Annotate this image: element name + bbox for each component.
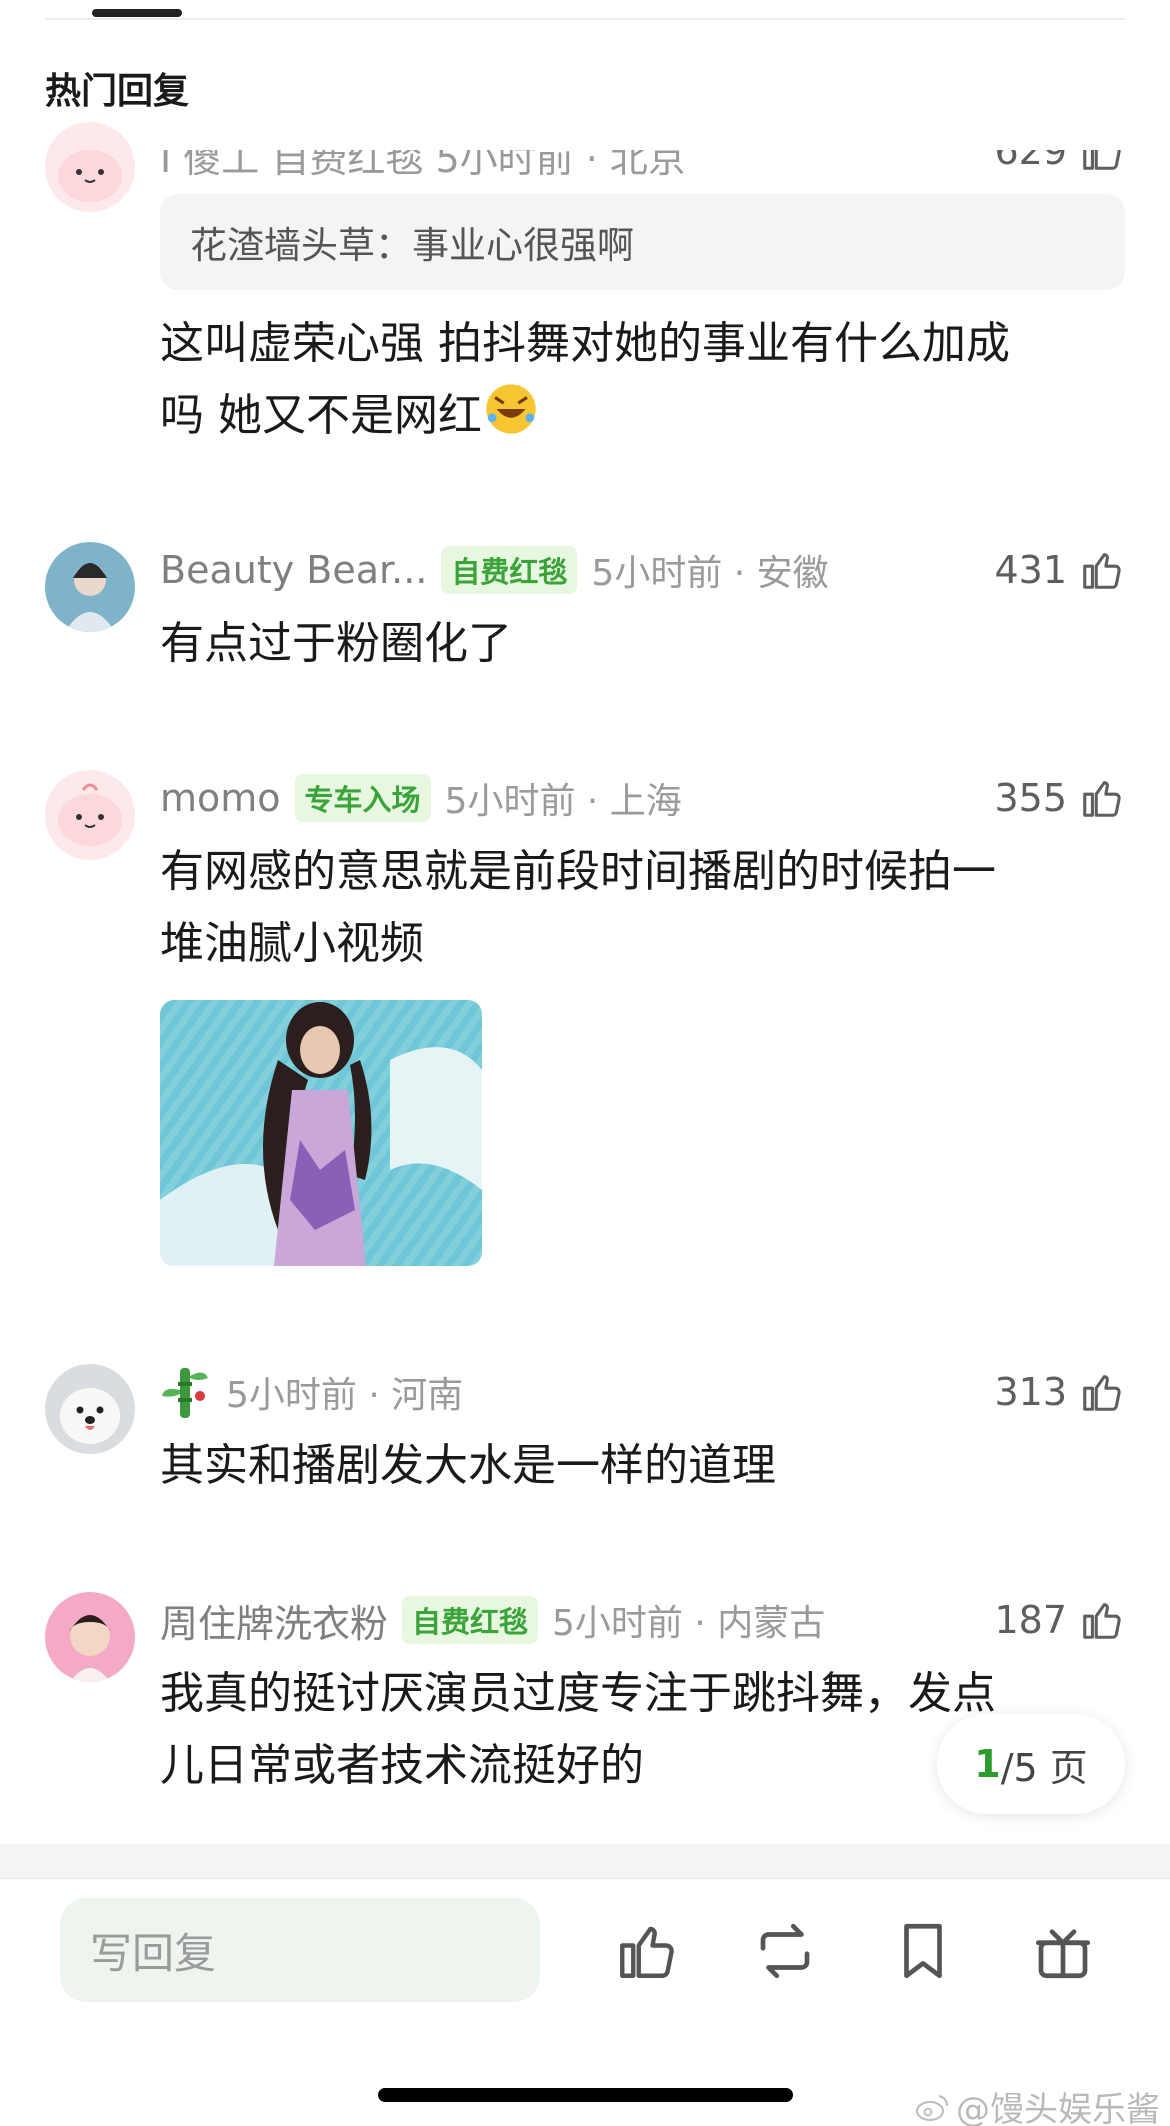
avatar[interactable] [45, 770, 135, 860]
comment-text: 这叫虚荣心强 拍抖舞对她的事业有什么加成 吗 她又不是网红 [160, 318, 1010, 441]
divider-band [0, 1844, 1170, 1878]
rofl-emoji-icon [486, 384, 536, 434]
weibo-logo-icon [916, 2094, 948, 2121]
repost-icon[interactable] [752, 1918, 818, 1984]
like-count[interactable]: 187 [994, 1592, 1125, 1648]
thumbs-up-icon [1083, 1603, 1121, 1639]
clipped-comment-header: I 傻工 自费红毯 5小时前 · 北京 629 [0, 150, 1170, 200]
gift-icon[interactable] [1030, 1918, 1096, 1984]
badge: 专车入场 [294, 774, 431, 822]
comment-text: 其实和播剧发大水是一样的道理 [160, 1440, 776, 1491]
like-number: 187 [994, 1598, 1067, 1642]
badge: 自费红毯 [441, 546, 578, 594]
badge: 自费红毯 [402, 1596, 539, 1644]
like-count[interactable]: 629 [994, 150, 1125, 174]
avatar[interactable] [45, 1364, 135, 1454]
photo-thumbnail [160, 1000, 482, 1266]
page-indicator[interactable]: 1/5 页 [937, 1714, 1125, 1814]
top-divider [45, 18, 1125, 20]
clipped-meta: I 傻工 自费红毯 5小时前 · 北京 [160, 150, 686, 181]
pink-blob-avatar [45, 770, 135, 860]
like-number: 629 [994, 150, 1067, 173]
like-icon[interactable] [614, 1918, 680, 1984]
watermark: @馒头娱乐酱 [914, 2082, 1160, 2126]
reply-image[interactable] [160, 1000, 482, 1266]
time-location: 5小时前 · 上海 [444, 781, 682, 822]
home-indicator [378, 2088, 793, 2102]
thumbs-up-icon [1083, 150, 1121, 170]
dog-avatar [45, 1364, 135, 1454]
like-number: 355 [994, 776, 1067, 820]
pink-blob-avatar [45, 122, 135, 212]
quote-author: 花渣墙头草 [190, 224, 375, 267]
thumbs-up-icon [1083, 781, 1121, 817]
like-count[interactable]: 431 [994, 542, 1125, 598]
like-count[interactable]: 313 [994, 1364, 1125, 1420]
current-page: 1 [974, 1742, 1001, 1786]
time-location: 5小时前 · 安徽 [591, 553, 829, 594]
time-location: 5小时前 · 内蒙古 [552, 1603, 826, 1644]
quoted-reply[interactable]: 花渣墙头草：事业心很强啊 [160, 194, 1125, 290]
avatar[interactable] [45, 1592, 135, 1682]
total-pages: /5 页 [1000, 1745, 1088, 1790]
avatar[interactable] [45, 542, 135, 632]
tab-indicator [92, 9, 182, 17]
user-photo-avatar [45, 1592, 135, 1682]
username[interactable]: 周住牌洗衣粉 [160, 1593, 388, 1648]
comment-meta: momo 专车入场 5小时前 · 上海 [160, 770, 682, 826]
bookmark-icon[interactable] [890, 1918, 956, 1984]
avatar[interactable] [45, 122, 135, 212]
thumbs-up-icon [1083, 1375, 1121, 1411]
section-title: 热门回复 [45, 71, 190, 112]
user-photo-avatar [45, 542, 135, 632]
like-count[interactable]: 355 [994, 770, 1125, 826]
comment-meta: 周住牌洗衣粉 自费红毯 5小时前 · 内蒙古 [160, 1592, 825, 1648]
username[interactable]: momo [160, 776, 281, 820]
like-number: 431 [994, 548, 1067, 592]
reply-input[interactable]: 写回复 [60, 1898, 540, 2002]
time-location: 5小时前 · 河南 [226, 1375, 464, 1416]
comment-text: 有网感的意思就是前段时间播剧的时候拍一 堆油腻小视频 [160, 846, 996, 969]
quote-text: 事业心很强啊 [412, 224, 634, 267]
comment-text: 有点过于粉圈化了 [160, 618, 512, 669]
thumbs-up-icon [1083, 553, 1121, 589]
comment-meta: 5小时前 · 河南 [160, 1364, 463, 1420]
username[interactable]: Beauty Bear... [160, 548, 427, 592]
like-number: 313 [994, 1370, 1067, 1414]
comment-meta: Beauty Bear... 自费红毯 5小时前 · 安徽 [160, 542, 829, 598]
bamboo-icon[interactable] [160, 1364, 212, 1420]
